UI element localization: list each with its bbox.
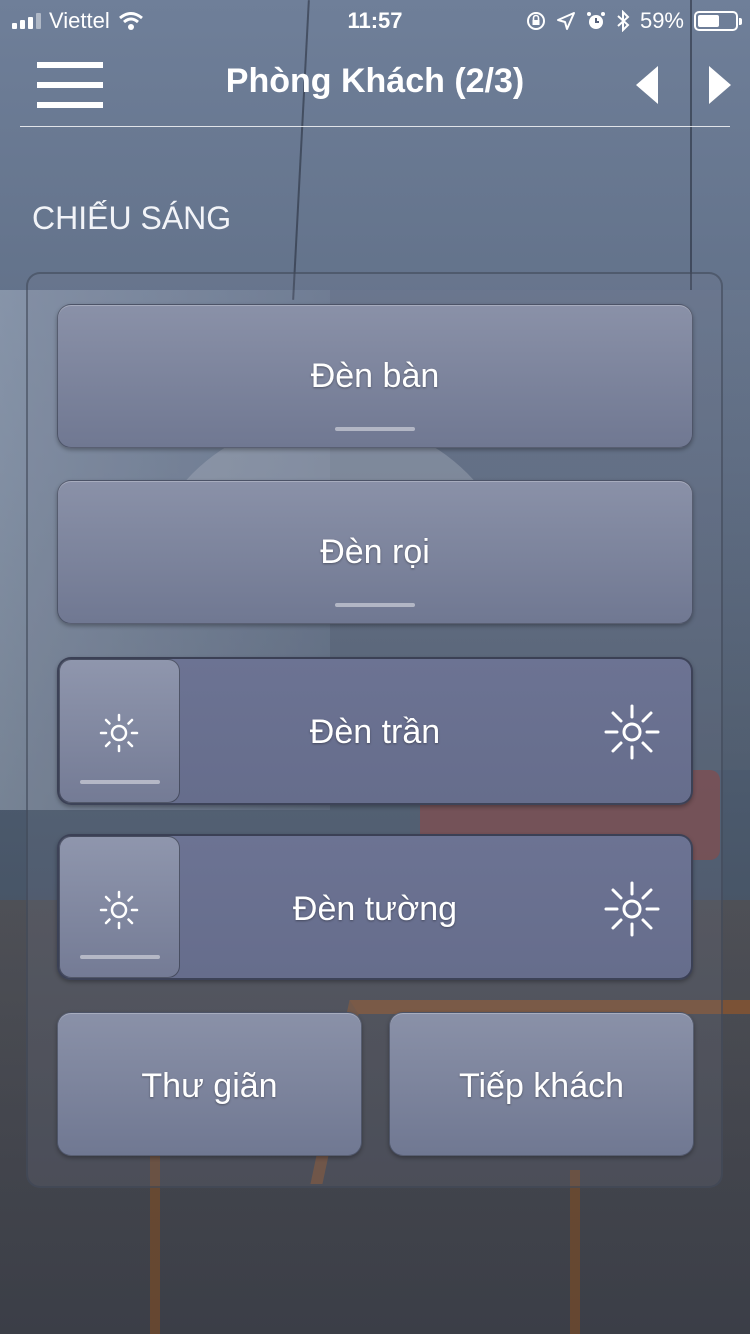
prev-room-button[interactable] xyxy=(632,64,662,106)
relax-scene-label: Thư giãn xyxy=(141,1067,278,1105)
bluetooth-icon xyxy=(617,10,630,32)
spotlight-button[interactable]: Đèn rọi xyxy=(57,480,693,624)
background-chair-leg xyxy=(570,1170,580,1334)
ceiling-light-knob-indicator xyxy=(80,780,160,784)
menu-icon-bar xyxy=(37,62,103,68)
desk-lamp-label: Đèn bàn xyxy=(310,357,440,395)
bright-sun-icon xyxy=(604,881,660,937)
battery-icon xyxy=(694,11,742,31)
wall-light-label: Đèn tường xyxy=(292,890,458,928)
menu-button[interactable] xyxy=(37,62,103,108)
page-title: Phòng Khách (2/3) xyxy=(225,62,525,100)
rotation-lock-icon xyxy=(526,12,545,30)
status-right: 59% xyxy=(526,8,742,34)
guest-scene-label: Tiếp khách xyxy=(458,1067,625,1105)
desk-lamp-indicator xyxy=(335,427,415,431)
status-bar: Viettel 11:57 59% xyxy=(0,0,750,40)
battery-percent: 59% xyxy=(639,8,684,33)
desk-lamp-button[interactable]: Đèn bàn xyxy=(57,304,693,448)
dim-sun-icon xyxy=(99,713,139,753)
bright-sun-icon xyxy=(604,704,660,760)
spotlight-indicator xyxy=(335,603,415,607)
section-title: CHIẾU SÁNG xyxy=(32,200,232,236)
header-divider xyxy=(20,126,730,127)
ceiling-light-label: Đèn trần xyxy=(309,713,441,751)
relax-scene-button[interactable]: Thư giãn xyxy=(57,1012,362,1156)
alarm-icon xyxy=(586,12,605,29)
battery-fill xyxy=(698,15,719,27)
wall-light-dimmer[interactable]: Đèn tường xyxy=(57,834,693,980)
dim-sun-icon xyxy=(99,890,139,930)
spotlight-label: Đèn rọi xyxy=(320,533,430,571)
menu-icon-bar xyxy=(37,82,103,88)
ceiling-light-slider-knob[interactable] xyxy=(59,659,180,803)
guest-scene-button[interactable]: Tiếp khách xyxy=(389,1012,694,1156)
ceiling-light-dimmer[interactable]: Đèn trần xyxy=(57,657,693,805)
header: Phòng Khách (2/3) xyxy=(0,40,750,128)
wall-light-slider-knob[interactable] xyxy=(59,836,180,978)
next-room-button[interactable] xyxy=(705,64,735,106)
wall-light-knob-indicator xyxy=(80,955,160,959)
menu-icon-bar xyxy=(37,102,103,108)
location-icon xyxy=(556,12,575,30)
